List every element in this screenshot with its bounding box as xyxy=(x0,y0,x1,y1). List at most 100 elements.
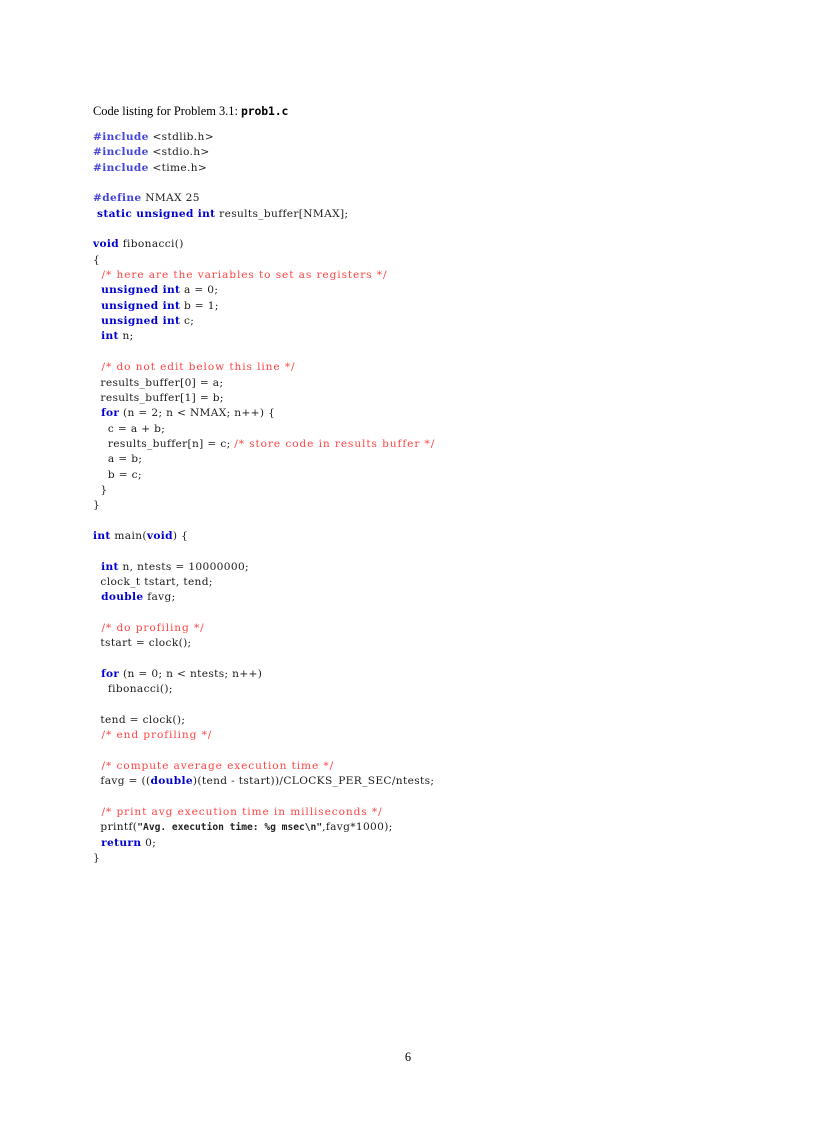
code-token-id: results_buffer[0] = a; xyxy=(93,376,224,389)
code-line: /* print avg execution time in milliseco… xyxy=(93,805,733,820)
code-token-kw: for xyxy=(93,407,120,420)
code-line: { xyxy=(93,253,733,268)
code-token-id: )(tend - tstart))/CLOCKS_PER_SEC/ntests; xyxy=(192,775,435,788)
code-token-id: <stdlib.h> xyxy=(148,131,214,143)
code-token-id: favg = (( xyxy=(93,775,151,788)
code-token-cmt: /* here are the variables to set as regi… xyxy=(93,269,388,282)
code-line: unsigned int b = 1; xyxy=(93,299,733,314)
code-line: favg = ((double)(tend - tstart))/CLOCKS_… xyxy=(93,774,733,789)
code-line: unsigned int a = 0; xyxy=(93,283,733,298)
code-line: /* do profiling */ xyxy=(93,621,733,636)
code-token-kw: return xyxy=(93,836,142,849)
code-line: #include <stdio.h> xyxy=(93,145,733,160)
code-token-kw: unsigned int xyxy=(93,284,181,297)
code-token-kw: unsigned int xyxy=(93,299,181,312)
code-line: #define NMAX 25 xyxy=(93,191,733,206)
code-token-id: main( xyxy=(110,529,147,542)
code-line: results_buffer[0] = a; xyxy=(93,376,733,391)
code-token-kw: int xyxy=(93,330,119,343)
code-line: for (n = 2; n < NMAX; n++) { xyxy=(93,406,733,421)
code-line: static unsigned int results_buffer[NMAX]… xyxy=(93,207,733,222)
code-line: double favg; xyxy=(93,590,733,605)
code-token-kw: double xyxy=(150,775,193,788)
code-line: for (n = 0; n < ntests; n++) xyxy=(93,667,733,682)
code-token-cmt: /* store code in results buffer */ xyxy=(234,437,436,450)
code-line: fibonacci(); xyxy=(93,682,733,697)
code-line: tend = clock(); xyxy=(93,713,733,728)
code-line: results_buffer[1] = b; xyxy=(93,391,733,406)
code-line: int n; xyxy=(93,329,733,344)
code-line: results_buffer[n] = c; /* store code in … xyxy=(93,437,733,452)
code-line: return 0; xyxy=(93,836,733,851)
code-token-id: b = c; xyxy=(93,468,142,481)
code-token-id: (n = 2; n < NMAX; n++) { xyxy=(119,407,276,420)
code-token-pre: #include xyxy=(93,161,149,174)
code-token-pre: #include xyxy=(93,131,149,143)
code-token-cmt: /* compute average execution time */ xyxy=(93,760,335,773)
code-token-id: <stdio.h> xyxy=(148,146,210,159)
code-token-kw: int xyxy=(93,529,111,542)
code-token-kw: static unsigned int xyxy=(93,207,216,220)
code-line: /* do not edit below this line */ xyxy=(93,360,733,375)
code-token-kw: double xyxy=(93,591,144,604)
code-line: b = c; xyxy=(93,468,733,483)
code-token-id: tstart = clock(); xyxy=(93,637,192,650)
page-number: 6 xyxy=(404,1050,412,1064)
code-token-id: results_buffer[1] = b; xyxy=(93,391,224,404)
code-line: } xyxy=(93,498,733,513)
code-token-cmt: /* print avg execution time in milliseco… xyxy=(93,806,383,819)
code-token-id: c = a + b; xyxy=(93,422,166,435)
code-token-pre: #include xyxy=(93,146,149,159)
code-token-cmt: /* do profiling */ xyxy=(93,622,205,634)
code-line: printf("Avg. execution time: %g msec\n",… xyxy=(93,820,733,835)
caption-prefix-text: Code listing for Problem 3.1: xyxy=(93,104,238,118)
code-token-id: n, ntests = 10000000; xyxy=(118,560,249,573)
code-token-kw: void xyxy=(93,238,120,251)
code-token-id: 0; xyxy=(141,836,157,849)
code-listing: #include <stdlib.h> #include <stdio.h> #in… xyxy=(93,130,733,867)
code-token-id: tend = clock(); xyxy=(93,714,186,727)
code-token-cmt: /* do not edit below this line */ xyxy=(93,361,296,374)
code-line: int main(void) { xyxy=(93,529,733,544)
code-line: } xyxy=(93,483,733,498)
code-token-kw: for xyxy=(93,668,120,681)
code-line: /* here are the variables to set as regi… xyxy=(93,268,733,283)
code-token-id: } xyxy=(93,852,101,865)
code-token-id: (n = 0; n < ntests; n++) xyxy=(119,668,263,681)
code-token-cmt: /* end profiling */ xyxy=(93,729,213,742)
code-token-id: ) { xyxy=(172,529,189,542)
code-token-id: NMAX 25 xyxy=(141,192,200,205)
code-line: void fibonacci() xyxy=(93,237,733,252)
document-page: Code listing for Problem 3.1: prob1.c #i… xyxy=(0,0,816,1123)
code-line: clock_t tstart, tend; xyxy=(93,575,733,590)
code-token-id: favg; xyxy=(143,591,176,604)
listing-caption: Code listing for Problem 3.1: prob1.c xyxy=(93,104,288,119)
code-line: /* compute average execution time */ xyxy=(93,759,733,774)
code-token-id: results_buffer[NMAX]; xyxy=(215,207,349,220)
code-token-id: { xyxy=(93,253,101,266)
code-line: #include <stdlib.h> xyxy=(93,130,733,145)
code-token-id: a = b; xyxy=(93,453,143,466)
code-line: /* end profiling */ xyxy=(93,728,733,743)
code-token-id: } xyxy=(93,483,108,496)
code-token-id: b = 1; xyxy=(180,299,219,312)
code-token-id: } xyxy=(93,499,101,512)
code-token-kw: unsigned int xyxy=(93,315,181,328)
caption-filename: prob1.c xyxy=(241,104,289,118)
code-token-id: fibonacci() xyxy=(119,238,184,251)
code-token-id: a = 0; xyxy=(180,284,219,297)
code-token-id: results_buffer[n] = c; xyxy=(93,437,235,450)
code-line: } xyxy=(93,851,733,866)
code-token-kw: int xyxy=(93,560,119,573)
code-line: unsigned int c; xyxy=(93,314,733,329)
code-token-id: clock_t tstart, tend; xyxy=(93,575,213,588)
